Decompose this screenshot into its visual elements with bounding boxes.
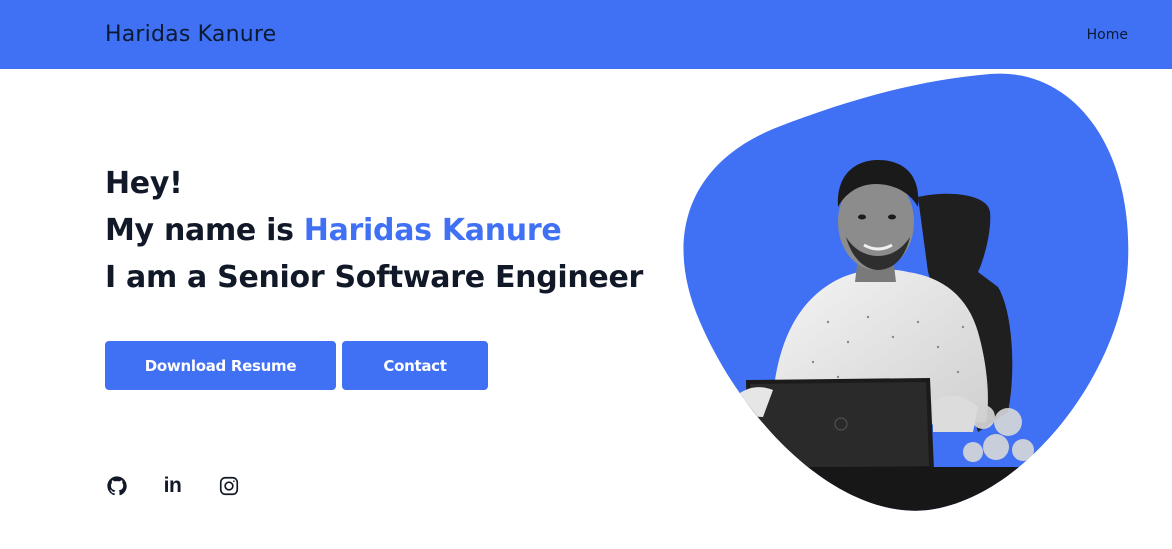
hero-actions: Download Resume Contact (105, 341, 488, 390)
social-links: in (105, 474, 240, 497)
linkedin-link[interactable]: in (161, 474, 184, 497)
nav-link-home[interactable]: Home (1087, 27, 1128, 43)
contact-button[interactable]: Contact (342, 341, 488, 390)
instagram-link[interactable] (217, 474, 240, 497)
github-icon (106, 475, 127, 495)
navbar: Haridas Kanure Home (0, 0, 1172, 69)
github-link[interactable] (105, 474, 128, 497)
linkedin-icon: in (163, 474, 182, 497)
hero-name: Haridas Kanure (303, 213, 562, 248)
hero-greeting: Hey! (105, 166, 183, 201)
brand-logo-link[interactable]: Haridas Kanure (105, 22, 276, 47)
profile-photo (683, 73, 1129, 511)
hero-name-prefix: My name is (105, 213, 304, 248)
hero-name-line: My name is Haridas Kanure (105, 207, 665, 254)
hero-role: I am a Senior Software Engineer (105, 260, 643, 295)
instagram-icon (219, 476, 238, 495)
download-resume-button[interactable]: Download Resume (105, 341, 336, 390)
hero-intro: Hey! My name is Haridas Kanure I am a Se… (105, 160, 665, 301)
